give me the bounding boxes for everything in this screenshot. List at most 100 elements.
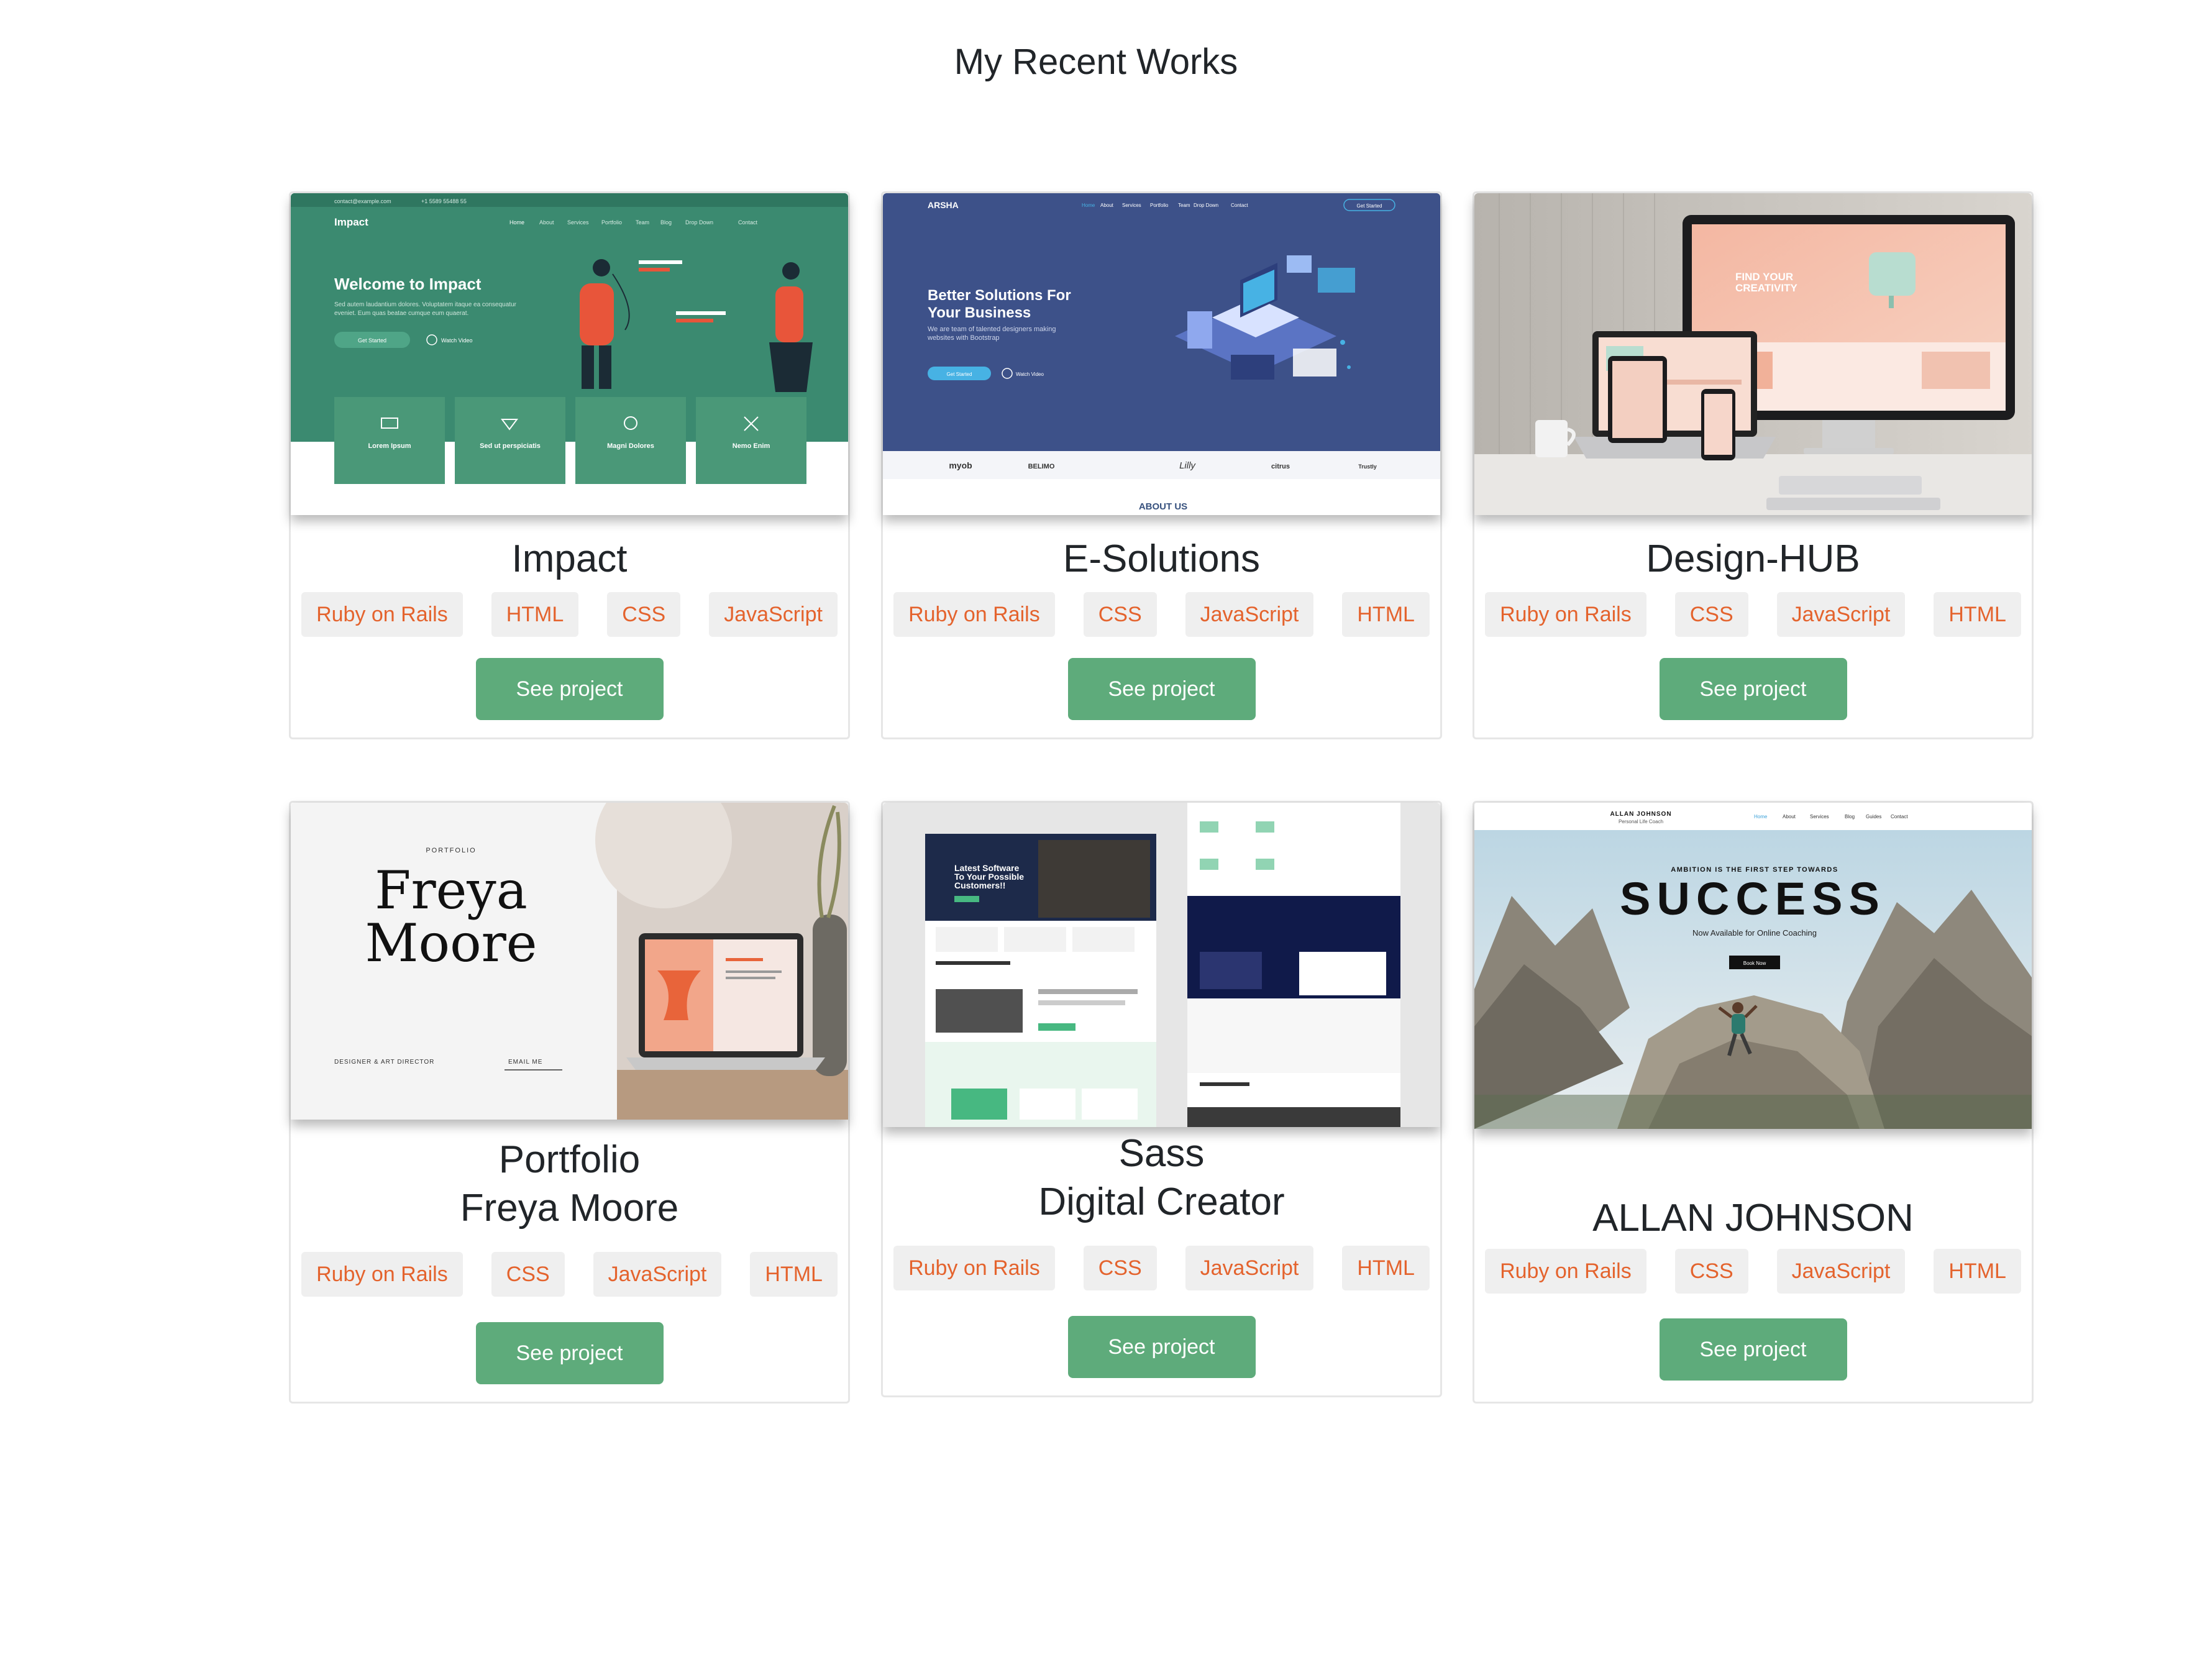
tag: CSS	[607, 592, 681, 637]
project-title: ALLAN JOHNSON	[1474, 1194, 2032, 1243]
project-title-line1: Impact	[511, 537, 628, 580]
project-title-line1: Sass	[1118, 1132, 1205, 1175]
arsha-cta: Get Started	[947, 372, 972, 377]
allan-nav-item: Contact	[1891, 814, 1908, 819]
impact-nav-item: Drop Down	[685, 219, 713, 226]
impact-feature-label: Sed ut perspiciatis	[480, 442, 541, 450]
tech-tags: Ruby on Rails CSS JavaScript HTML	[291, 1252, 848, 1297]
impact-feature-label: Nemo Enim	[733, 442, 770, 450]
freya-role: DESIGNER & ART DIRECTOR	[334, 1059, 434, 1066]
tag: CSS	[491, 1252, 565, 1297]
arsha-nav-item: Services	[1122, 203, 1141, 208]
freya-kicker: PORTFOLIO	[426, 847, 476, 854]
tag: Ruby on Rails	[893, 1246, 1055, 1290]
tech-tags: Ruby on Rails CSS JavaScript HTML	[883, 1246, 1440, 1290]
freya-name: Moore	[365, 913, 537, 974]
project-preview-e-solutions[interactable]: ARSHA Home About Services Portfolio Team…	[883, 193, 1440, 515]
see-project-button[interactable]: See project	[475, 1322, 664, 1384]
project-preview-design-hub[interactable]: FIND YOUR CREATIVITY	[1474, 193, 2032, 515]
section-title: My Recent Works	[954, 42, 1238, 82]
impact-logo: Impact	[334, 216, 368, 228]
project-card-e-solutions: ARSHA Home About Services Portfolio Team…	[881, 191, 1442, 739]
tag: HTML	[750, 1252, 838, 1297]
tag: JavaScript	[1776, 592, 1906, 637]
project-card-allan-johnson: ALLAN JOHNSON Personal Life Coach Home A…	[1473, 801, 2034, 1404]
tag: HTML	[1342, 592, 1430, 637]
impact-heading: Welcome to Impact	[334, 275, 482, 293]
tag: JavaScript	[709, 592, 838, 637]
allan-nav-item: Home	[1754, 814, 1768, 819]
tag: Ruby on Rails	[1485, 592, 1646, 637]
arsha-client-logo: Lilly	[1179, 460, 1196, 471]
project-title: E-Solutions	[883, 535, 1440, 583]
arsha-nav-item: Drop Down	[1194, 203, 1218, 208]
arsha-nav-item: Home	[1082, 203, 1095, 208]
tag: HTML	[1934, 1249, 2021, 1294]
see-project-button[interactable]: See project	[1067, 658, 1256, 720]
tag: JavaScript	[1185, 592, 1314, 637]
sass-hero-heading: Customers!!	[954, 880, 1005, 890]
see-project-button[interactable]: See project	[1659, 1318, 1847, 1381]
project-title: Sass Digital Creator	[883, 1130, 1440, 1226]
designhub-screen-heading: CREATIVITY	[1735, 282, 1797, 294]
impact-topbar-email: contact@example.com	[334, 198, 391, 204]
see-project-button[interactable]: See project	[1067, 1316, 1256, 1378]
project-preview-allan-johnson[interactable]: ALLAN JOHNSON Personal Life Coach Home A…	[1474, 803, 2032, 1129]
allan-cta: Book Now	[1743, 961, 1766, 966]
arsha-heading: Your Business	[928, 304, 1031, 321]
tag: Ruby on Rails	[301, 592, 463, 637]
arsha-client-logo: citrus	[1271, 463, 1290, 470]
arsha-nav-item: Portfolio	[1150, 203, 1169, 208]
allan-headline: SUCCESS	[1620, 873, 1886, 924]
project-title: Design-HUB	[1474, 535, 2032, 583]
project-title: Portfolio Freya Moore	[291, 1136, 848, 1233]
see-project-button[interactable]: See project	[1659, 658, 1847, 720]
arsha-client-logo: Trustly	[1358, 463, 1377, 470]
impact-video-link: Watch Video	[441, 337, 473, 344]
impact-nav-item: Team	[636, 219, 649, 226]
project-preview-freya-moore[interactable]: PORTFOLIO Freya Moore DESIGNER & ART DIR…	[291, 803, 848, 1120]
project-card-design-hub: FIND YOUR CREATIVITY Design-HUB Ruby on …	[1473, 191, 2034, 739]
tag: CSS	[1674, 592, 1748, 637]
impact-cta: Get Started	[358, 337, 386, 344]
tech-tags: Ruby on Rails HTML CSS JavaScript	[291, 592, 848, 637]
tag: HTML	[1342, 1246, 1430, 1290]
arsha-heading: Better Solutions For	[928, 287, 1071, 304]
impact-topbar-phone: +1 5589 55488 55	[421, 198, 467, 204]
arsha-logo: ARSHA	[928, 200, 959, 210]
project-title-line1: E-Solutions	[1062, 537, 1261, 580]
arsha-about-heading: ABOUT US	[1139, 501, 1187, 512]
allan-nav-item: About	[1783, 814, 1796, 819]
allan-nav-item: Guides	[1866, 814, 1881, 819]
allan-nav-item: Services	[1810, 814, 1829, 819]
project-card-freya-moore: PORTFOLIO Freya Moore DESIGNER & ART DIR…	[289, 801, 850, 1404]
impact-nav-item: Portfolio	[601, 219, 622, 226]
freya-name: Freya	[375, 860, 527, 921]
project-title: Impact	[291, 535, 848, 583]
allan-brand: ALLAN JOHNSON	[1610, 811, 1671, 818]
arsha-nav-cta: Get Started	[1357, 203, 1382, 209]
tech-tags: Ruby on Rails CSS JavaScript HTML	[883, 592, 1440, 637]
project-title-line1: Portfolio	[498, 1138, 641, 1181]
project-preview-sass[interactable]: Latest Software To Your Possible Custome…	[883, 803, 1440, 1127]
arsha-text: We are team of talented designers making	[928, 326, 1056, 333]
arsha-video-link: Watch Video	[1016, 372, 1044, 377]
tag: HTML	[1934, 592, 2021, 637]
impact-feature-label: Magni Dolores	[607, 442, 654, 450]
arsha-nav-item: Contact	[1231, 203, 1248, 208]
project-card-impact: contact@example.com +1 5589 55488 55 Imp…	[289, 191, 850, 739]
see-project-button[interactable]: See project	[475, 658, 664, 720]
allan-brand-sub: Personal Life Coach	[1619, 819, 1663, 824]
tech-tags: Ruby on Rails CSS JavaScript HTML	[1474, 592, 2032, 637]
tag: Ruby on Rails	[893, 592, 1055, 637]
arsha-nav-item: Team	[1178, 203, 1190, 208]
project-title-line2: Digital Creator	[1038, 1180, 1285, 1223]
project-title-line1: ALLAN JOHNSON	[1592, 1197, 1914, 1239]
tag: Ruby on Rails	[1485, 1249, 1646, 1294]
tag: CSS	[1083, 592, 1157, 637]
impact-text: eveniet. Eum quas beatae cumque eum quae…	[334, 310, 468, 317]
tag: CSS	[1674, 1249, 1748, 1294]
project-preview-impact[interactable]: contact@example.com +1 5589 55488 55 Imp…	[291, 193, 848, 515]
tag: Ruby on Rails	[301, 1252, 463, 1297]
tag: JavaScript	[593, 1252, 722, 1297]
